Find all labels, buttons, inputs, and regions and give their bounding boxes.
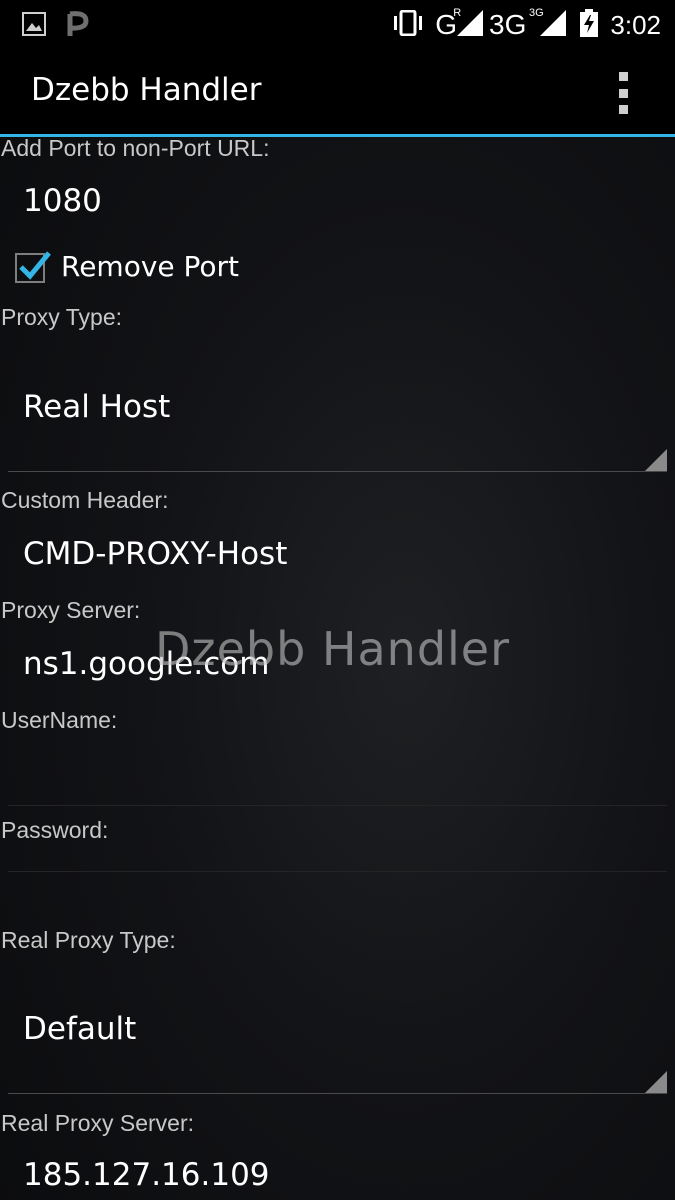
- add-port-label: Add Port to non-Port URL:: [1, 135, 270, 161]
- overflow-menu-icon[interactable]: [612, 72, 634, 114]
- signal-icon: [540, 10, 567, 40]
- add-port-input[interactable]: 1080: [23, 183, 102, 219]
- proxy-server-input[interactable]: ns1.google.com: [23, 646, 269, 682]
- proxy-type-label: Proxy Type:: [1, 304, 123, 330]
- battery-charging-icon: [580, 9, 599, 41]
- real-proxy-type-label: Real Proxy Type:: [1, 927, 176, 953]
- image-notification-icon: [22, 12, 46, 40]
- spinner-dropdown-icon[interactable]: [645, 449, 667, 471]
- network-type-2: 3G 3G: [489, 7, 544, 40]
- checkmark-icon: [19, 251, 51, 280]
- username-underline: [8, 805, 667, 806]
- status-bar: GR 3G 3G 3:02: [0, 0, 675, 50]
- spinner-dropdown-icon[interactable]: [645, 1071, 667, 1093]
- proxy-type-spinner[interactable]: Real Host: [23, 389, 170, 425]
- proxy-server-label: Proxy Server:: [1, 597, 141, 623]
- status-time: 3:02: [610, 9, 661, 40]
- real-proxy-server-input[interactable]: 185.127.16.109: [23, 1157, 270, 1193]
- custom-header-input[interactable]: CMD-PROXY-Host: [23, 536, 287, 572]
- real-proxy-type-spinner[interactable]: Default: [23, 1011, 136, 1047]
- remove-port-checkbox[interactable]: [15, 251, 51, 283]
- custom-header-label: Custom Header:: [1, 487, 169, 513]
- app-title: Dzebb Handler: [31, 72, 262, 108]
- proxy-type-spinner-underline: [8, 471, 667, 472]
- vibrate-icon: [391, 9, 425, 40]
- username-label: UserName:: [1, 707, 118, 733]
- p-notification-icon: [66, 8, 90, 42]
- real-proxy-type-spinner-underline: [8, 1093, 667, 1094]
- remove-port-label[interactable]: Remove Port: [61, 250, 239, 283]
- password-underline: [8, 871, 667, 872]
- real-proxy-server-label: Real Proxy Server:: [1, 1110, 195, 1136]
- network-type-1: GR: [435, 7, 462, 40]
- password-label: Password:: [1, 817, 109, 843]
